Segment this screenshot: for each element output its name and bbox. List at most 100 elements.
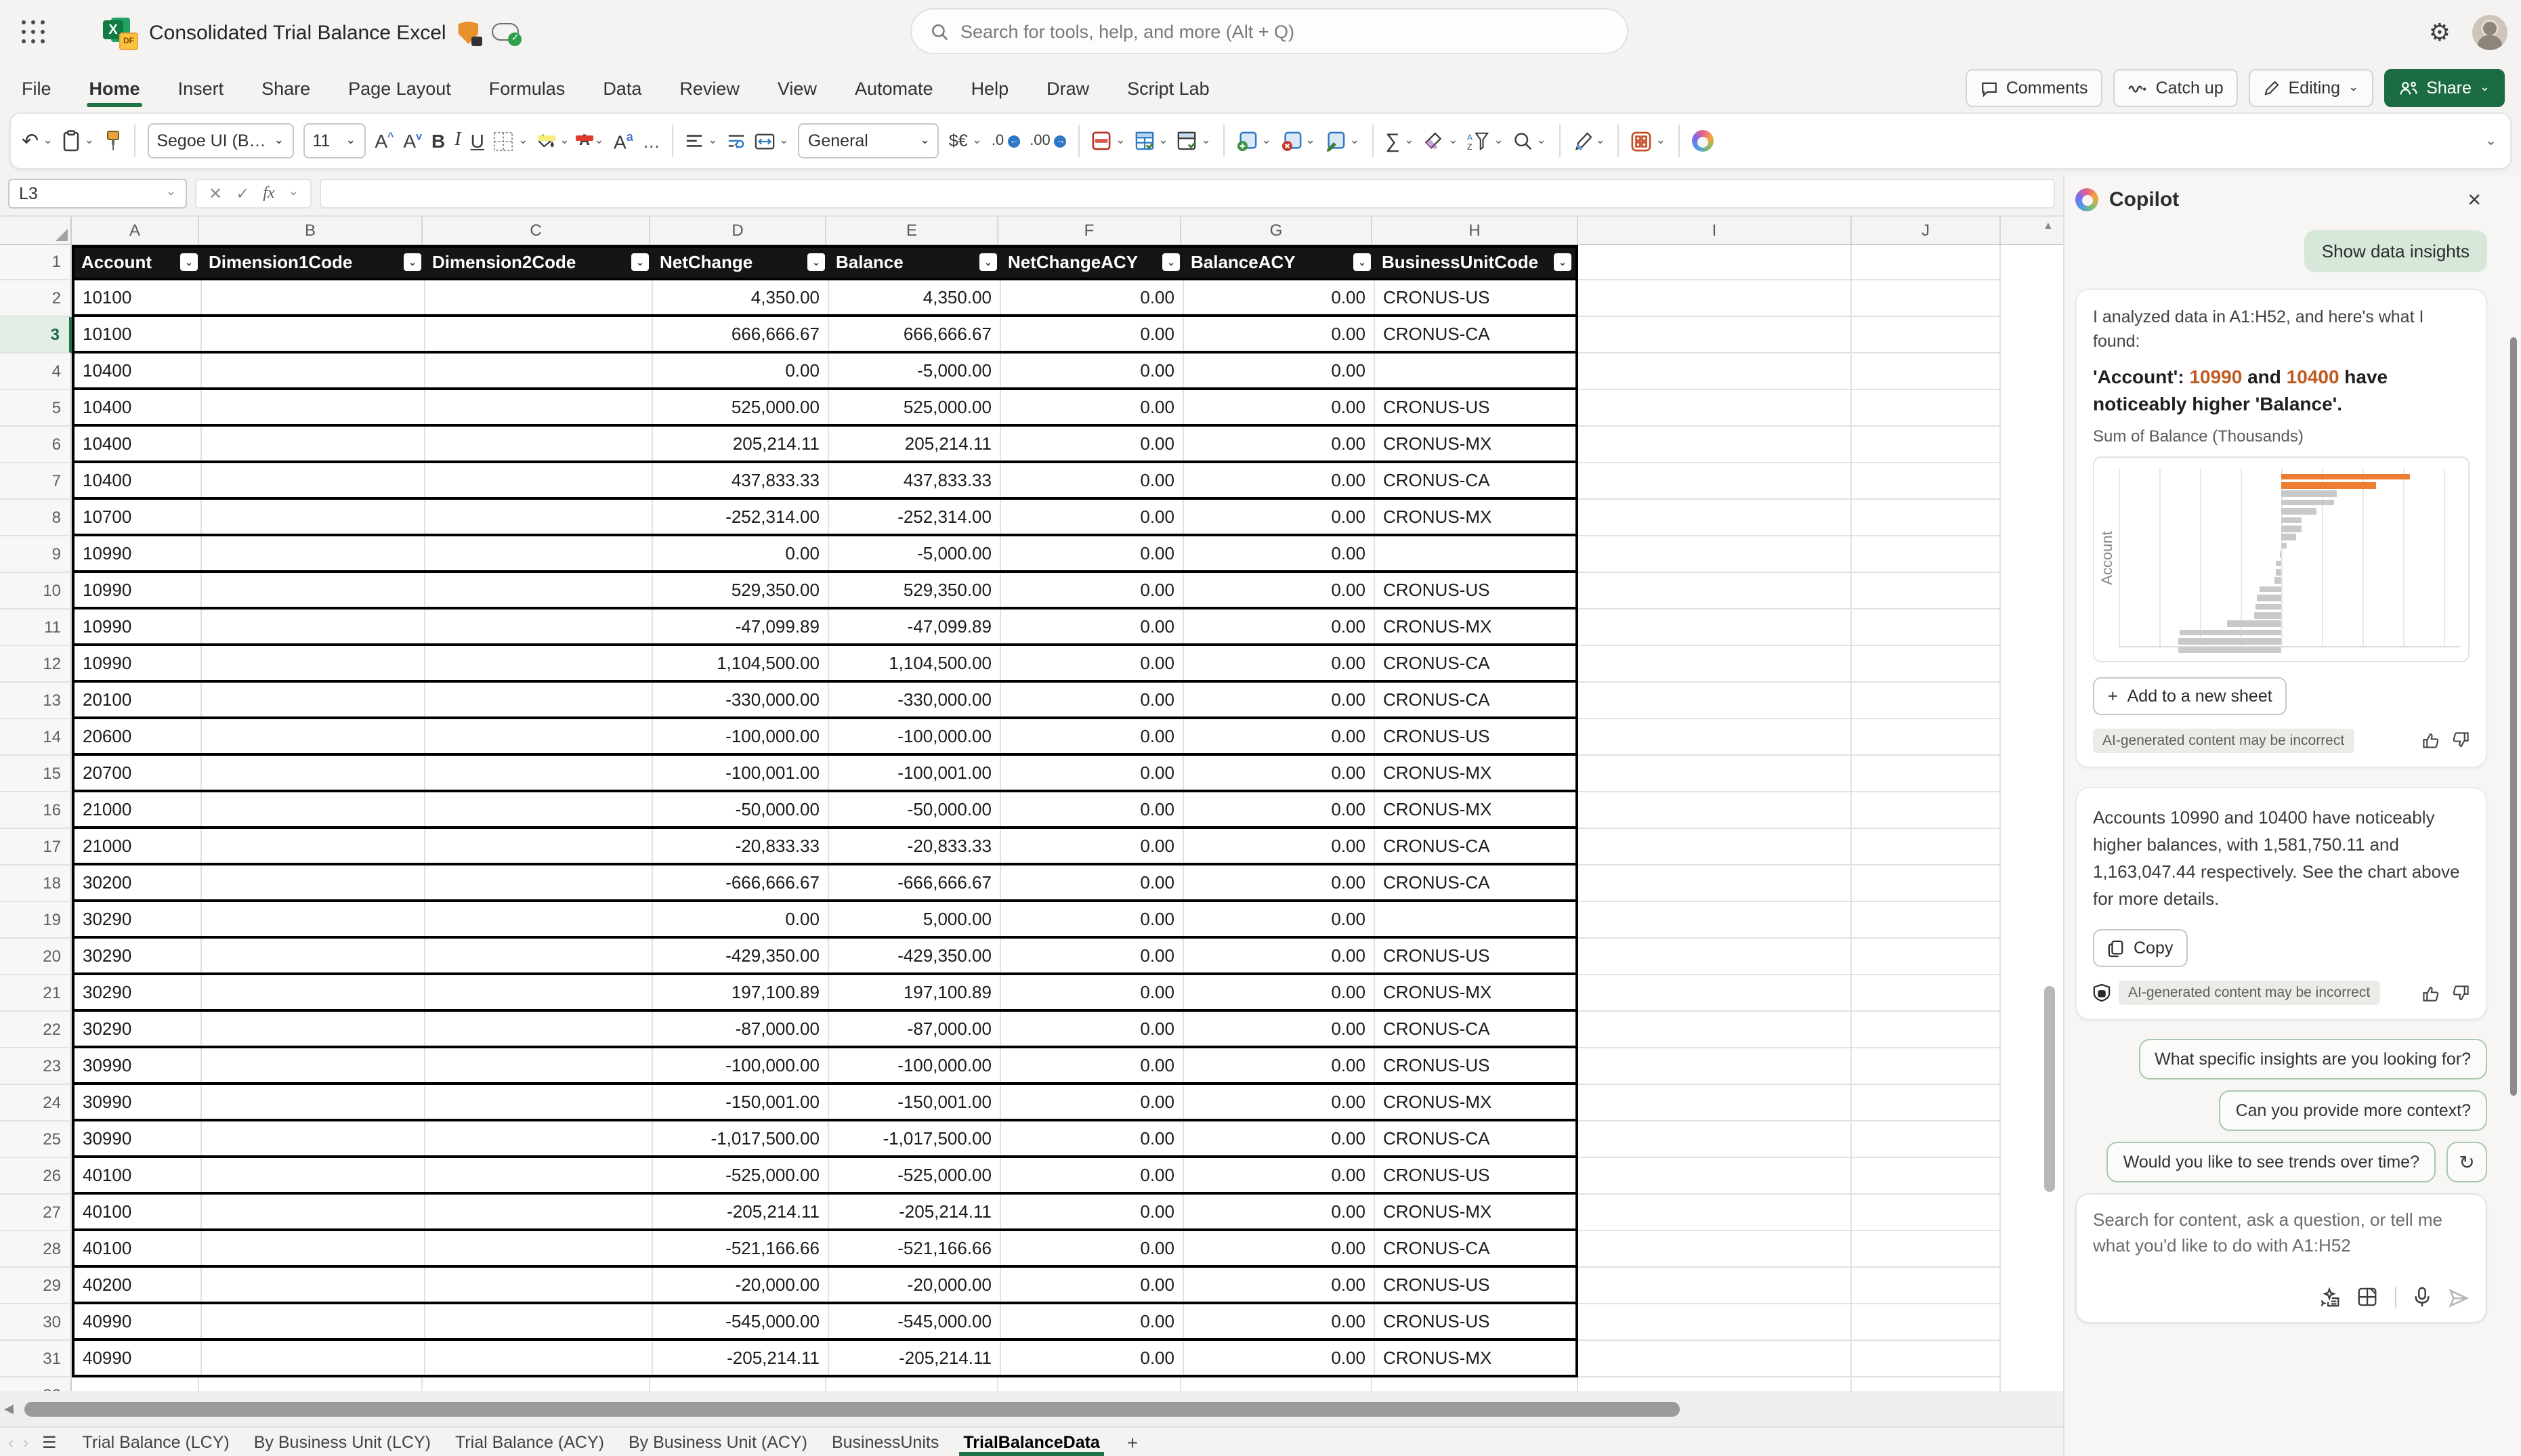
cell[interactable]: 30290 [75,938,202,972]
cell[interactable]: 40990 [75,1340,202,1375]
cell-empty[interactable] [1852,792,2001,829]
cell[interactable]: -252,314.00 [829,499,1001,534]
cell-empty[interactable] [1852,1121,2001,1158]
font-overflow-button[interactable]: … [643,132,660,150]
cell[interactable]: 0.00 [1001,1011,1184,1046]
cell[interactable]: CRONUS-CA [1375,829,1575,863]
cell[interactable]: -1,017,500.00 [829,1121,1001,1155]
align-button[interactable]: ⌄ [686,132,718,149]
suggestion-pill[interactable]: Would you like to see trends over time? [2106,1142,2436,1183]
cell[interactable]: 525,000.00 [829,389,1001,424]
cell[interactable]: 0.00 [1001,536,1184,570]
sheet-tab-by-business-unit-lcy-[interactable]: By Business Unit (LCY) [242,1428,443,1456]
cell[interactable]: 30990 [75,1048,202,1082]
cell[interactable]: 0.00 [1184,682,1375,716]
cell[interactable] [202,719,425,753]
table-header-BalanceACY[interactable]: BalanceACY ⌄ [1184,247,1375,278]
filter-dropdown-icon[interactable]: ⌄ [1162,253,1180,272]
cell[interactable]: CRONUS-CA [1375,1121,1575,1155]
cell[interactable]: CRONUS-MX [1375,500,1575,534]
cell[interactable]: -205,214.11 [829,1194,1001,1228]
cell[interactable]: CRONUS-US [1375,390,1575,424]
cell[interactable]: -429,350.00 [829,938,1001,972]
cell-empty[interactable] [1852,682,2001,719]
cell[interactable]: 20700 [75,755,202,790]
cell[interactable]: CRONUS-US [1375,573,1575,607]
row-number[interactable]: 8 [0,499,72,536]
cell-empty[interactable] [1578,1194,1852,1231]
cell-empty[interactable] [1372,1377,1578,1392]
cell[interactable]: -525,000.00 [653,1157,829,1192]
cell[interactable]: -150,001.00 [829,1084,1001,1119]
cell[interactable] [202,792,425,826]
cell[interactable]: -100,001.00 [653,755,829,790]
row-number[interactable]: 5 [0,389,72,427]
saved-cloud-icon[interactable]: ✓ [492,23,522,46]
increase-decimal-button[interactable]: .00 → [1030,133,1067,149]
cell-empty[interactable] [1578,463,1852,500]
cell-empty[interactable] [1852,536,2001,573]
sheet-nav-prev-icon[interactable]: ‹ [8,1432,14,1451]
row-number[interactable]: 30 [0,1304,72,1341]
filter-dropdown-icon[interactable]: ⌄ [631,253,649,272]
cell-empty[interactable] [1852,901,2001,939]
cell[interactable]: -330,000.00 [653,682,829,716]
cell[interactable]: CRONUS-US [1375,939,1575,972]
thumbs-up-icon[interactable] [2422,984,2440,1002]
cell[interactable]: 10400 [75,353,202,387]
cell[interactable]: 10100 [75,316,202,351]
scroll-up-icon[interactable]: ▲ [2043,219,2054,232]
cell[interactable]: 0.00 [1184,938,1375,972]
cell-empty[interactable] [1578,280,1852,317]
cell[interactable]: 0.00 [1001,1084,1184,1119]
cell-empty[interactable] [1852,1084,2001,1121]
cell[interactable] [425,499,653,534]
cell[interactable] [425,975,653,1009]
scroll-left-icon[interactable]: ◀ [4,1401,14,1416]
cell[interactable] [425,426,653,461]
cell[interactable]: 0.00 [1001,755,1184,790]
cell[interactable]: 0.00 [1184,1304,1375,1338]
cell[interactable]: -429,350.00 [653,938,829,972]
suggestion-pill[interactable]: Can you provide more context? [2219,1090,2487,1132]
cell[interactable]: 197,100.89 [829,975,1001,1009]
table-header-Account[interactable]: Account ⌄ [75,247,202,278]
clear-button[interactable]: ⌄ [1424,131,1458,150]
cell-empty[interactable] [1578,901,1852,939]
cell[interactable]: 0.00 [1001,938,1184,972]
row-number[interactable]: 6 [0,426,72,463]
cell[interactable] [425,1048,653,1082]
cell[interactable]: 0.00 [1184,1267,1375,1302]
cell[interactable]: -20,833.33 [653,828,829,863]
increase-font-button[interactable]: A^ [375,130,394,152]
cell[interactable]: 1,104,500.00 [829,645,1001,680]
cell[interactable]: 0.00 [653,901,829,936]
menu-script-lab[interactable]: Script Lab [1124,70,1212,106]
row-number[interactable]: 31 [0,1340,72,1377]
cell[interactable]: 0.00 [1184,901,1375,936]
row-number[interactable]: 24 [0,1084,72,1121]
cell[interactable]: -100,000.00 [653,719,829,753]
column-header-B[interactable]: B [199,216,423,244]
cell[interactable]: -20,000.00 [829,1267,1001,1302]
cell[interactable]: -545,000.00 [829,1304,1001,1338]
borders-button[interactable]: ⌄ [494,131,528,151]
cell-empty[interactable] [1578,353,1852,390]
fill-color-button[interactable]: ⌄ [537,132,570,148]
add-sheet-button[interactable]: + [1122,1431,1143,1453]
cell[interactable] [202,609,425,643]
cell-empty[interactable] [1578,1304,1852,1341]
menu-share[interactable]: Share [259,70,313,106]
cell[interactable] [425,755,653,790]
cell[interactable]: 437,833.33 [829,463,1001,497]
cell[interactable] [425,1194,653,1228]
cell[interactable] [425,1304,653,1338]
cell[interactable]: 0.00 [1184,1121,1375,1155]
decrease-font-button[interactable]: Av [403,130,422,152]
cell-empty[interactable] [1852,609,2001,646]
cell[interactable] [202,316,425,351]
cell[interactable]: 0.00 [1001,1230,1184,1265]
cell[interactable]: 437,833.33 [653,463,829,497]
ribbon-collapse-chevron[interactable]: ⌄ [2485,133,2497,148]
cell-empty[interactable] [998,1377,1181,1392]
